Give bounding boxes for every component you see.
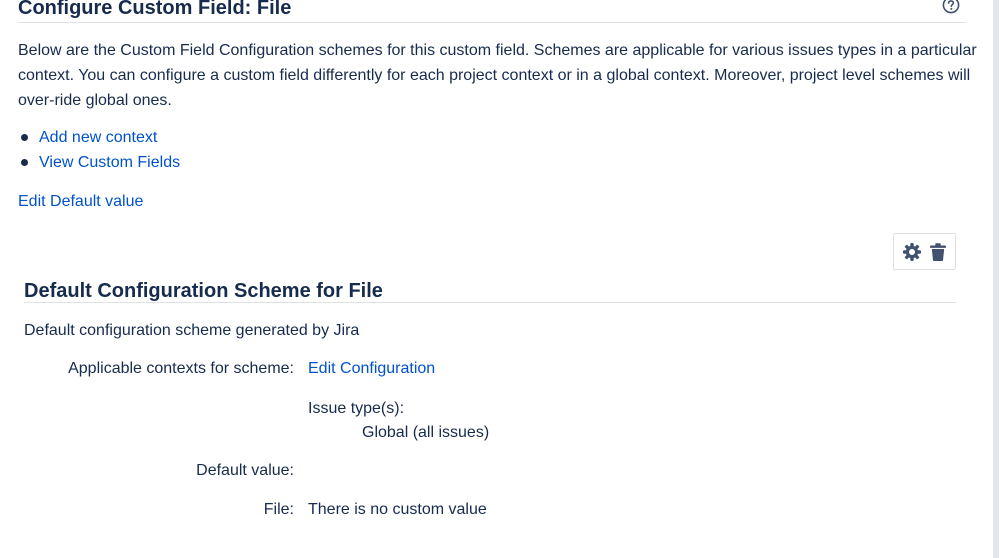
trash-icon[interactable] <box>928 242 948 262</box>
action-links: Add new context View Custom Fields <box>18 125 180 175</box>
gear-icon[interactable] <box>902 242 922 262</box>
default-value-label: Default value: <box>196 462 294 479</box>
page-title: Configure Custom Field: File <box>18 0 292 19</box>
scheme-title: Default Configuration Scheme for File <box>24 280 383 302</box>
scheme-toolbar <box>893 233 956 270</box>
right-scroll-gutter <box>993 0 999 558</box>
question-circle-icon[interactable] <box>942 0 960 14</box>
list-item: Add new context <box>18 125 180 150</box>
applicable-contexts-label: Applicable contexts for scheme: <box>68 360 294 377</box>
view-custom-fields-link[interactable]: View Custom Fields <box>39 154 180 171</box>
page-header: Configure Custom Field: File <box>18 0 966 23</box>
bullet <box>21 159 28 166</box>
field-description: Below are the Custom Field Configuration… <box>18 42 977 109</box>
file-value: There is no custom value <box>308 501 487 518</box>
scheme-description: Default configuration scheme generated b… <box>24 322 360 339</box>
list-item: View Custom Fields <box>18 150 180 175</box>
add-new-context-link[interactable]: Add new context <box>39 129 157 146</box>
page: Configure Custom Field: File Below are t… <box>0 0 999 558</box>
edit-default-value-link[interactable]: Edit Default value <box>18 189 143 214</box>
issue-types-value: Global (all issues) <box>362 424 490 441</box>
issue-types-label: Issue type(s): <box>308 400 405 417</box>
edit-configuration-link[interactable]: Edit Configuration <box>308 356 435 381</box>
scheme-header: Default Configuration Scheme for File <box>24 278 956 303</box>
file-label: File: <box>263 501 294 518</box>
bullet <box>21 134 28 141</box>
